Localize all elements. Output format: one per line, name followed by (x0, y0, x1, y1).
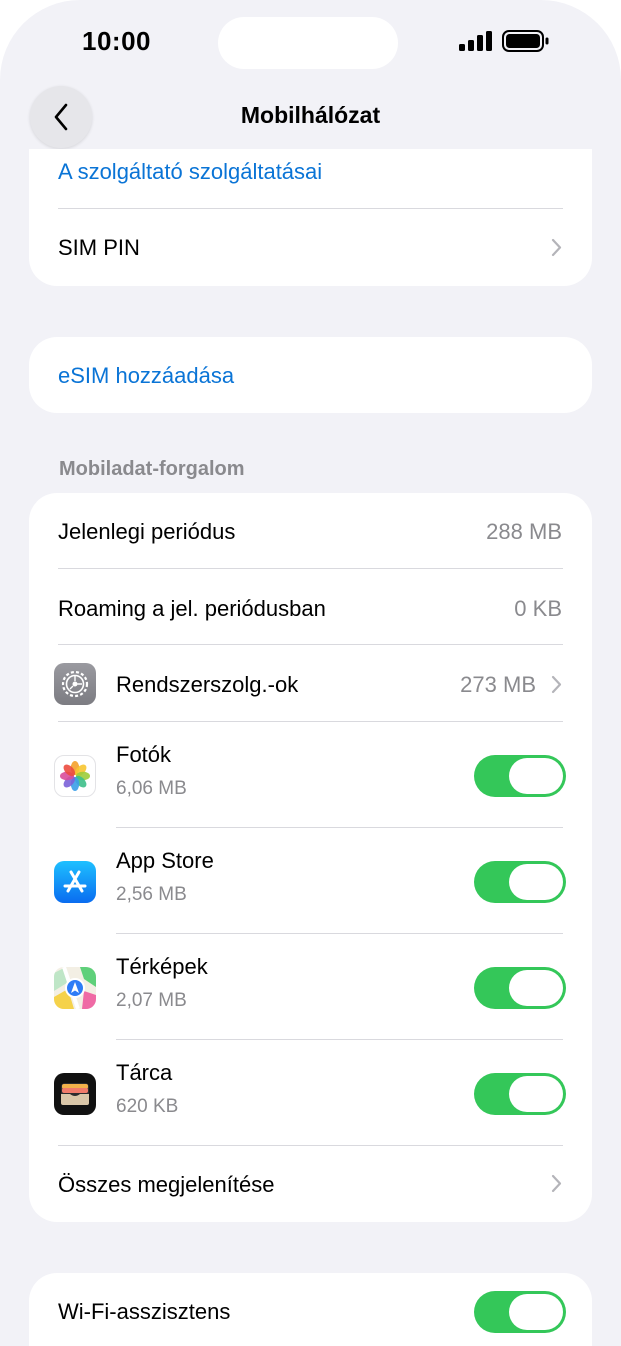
app-row-maps: Térképek 2,07 MB (29, 934, 592, 1040)
maps-cellular-toggle[interactable] (474, 967, 566, 1009)
system-services-row[interactable]: Rendszerszolg.-ok 273 MB (29, 645, 592, 722)
chevron-right-icon (551, 238, 562, 257)
carrier-group: A szolgáltató szolgáltatásai SIM PIN (29, 149, 592, 286)
roaming-period-row: Roaming a jel. periódusban 0 KB (29, 569, 592, 645)
current-period-label: Jelenlegi periódus (58, 519, 236, 544)
app-usage: 620 KB (116, 1096, 179, 1117)
show-all-row[interactable]: Összes megjelenítése (29, 1146, 592, 1222)
cellular-data-group: Jelenlegi periódus 288 MB Roaming a jel.… (29, 493, 592, 1222)
system-services-value: 273 MB (460, 672, 536, 697)
add-esim-row[interactable]: eSIM hozzáadása (29, 337, 592, 413)
app-usage: 2,07 MB (116, 990, 187, 1011)
app-store-icon (54, 861, 96, 903)
dynamic-island (218, 17, 398, 69)
wifi-assist-row: Wi-Fi-asszisztens (29, 1273, 592, 1346)
app-store-cellular-toggle[interactable] (474, 861, 566, 903)
app-name: App Store (116, 848, 214, 873)
sim-pin-label: SIM PIN (58, 235, 140, 260)
system-services-label: Rendszerszolg.-ok (116, 672, 299, 697)
add-esim-link[interactable]: eSIM hozzáadása (58, 363, 234, 389)
carrier-services-link[interactable]: A szolgáltató szolgáltatásai (58, 159, 322, 185)
carrier-services-row[interactable]: A szolgáltató szolgáltatásai (29, 149, 592, 209)
chevron-right-icon (551, 1174, 562, 1193)
cellular-signal-icon (459, 31, 492, 51)
settings-gear-icon (54, 663, 96, 705)
photos-cellular-toggle[interactable] (474, 755, 566, 797)
sim-pin-row[interactable]: SIM PIN (29, 209, 592, 286)
app-row-photos: Fotók 6,06 MB (29, 722, 592, 828)
maps-icon (54, 967, 96, 1009)
app-row-app-store: App Store 2,56 MB (29, 828, 592, 934)
wallet-cellular-toggle[interactable] (474, 1073, 566, 1115)
app-usage: 2,56 MB (116, 884, 187, 905)
status-time: 10:00 (82, 26, 151, 56)
app-name: Tárca (116, 1060, 173, 1085)
app-name: Fotók (116, 742, 172, 767)
current-period-value: 288 MB (486, 519, 562, 544)
chevron-right-icon (551, 675, 562, 694)
page-title: Mobilhálózat (240, 102, 381, 128)
app-row-wallet: Tárca 620 KB (29, 1040, 592, 1146)
photos-icon (54, 755, 96, 797)
app-usage: 6,06 MB (116, 778, 187, 799)
wifi-assist-toggle[interactable] (474, 1291, 566, 1333)
roaming-period-label: Roaming a jel. periódusban (58, 596, 326, 621)
wallet-icon (54, 1073, 96, 1115)
current-period-row: Jelenlegi periódus 288 MB (29, 493, 592, 569)
section-header-cellular-data: Mobiladat-forgalom (59, 458, 245, 480)
show-all-label: Összes megjelenítése (58, 1172, 275, 1197)
status-bar: 10:00 (0, 0, 621, 90)
battery-icon (502, 30, 549, 52)
roaming-period-value: 0 KB (514, 596, 562, 621)
wifi-assist-group: Wi-Fi-asszisztens (29, 1273, 592, 1346)
wifi-assist-label: Wi-Fi-asszisztens (58, 1299, 231, 1324)
app-name: Térképek (116, 954, 208, 979)
phone-screen: 10:00 Mobilhálózat A szolgáltató szolgál… (0, 0, 621, 1346)
esim-group: eSIM hozzáadása (29, 337, 592, 413)
